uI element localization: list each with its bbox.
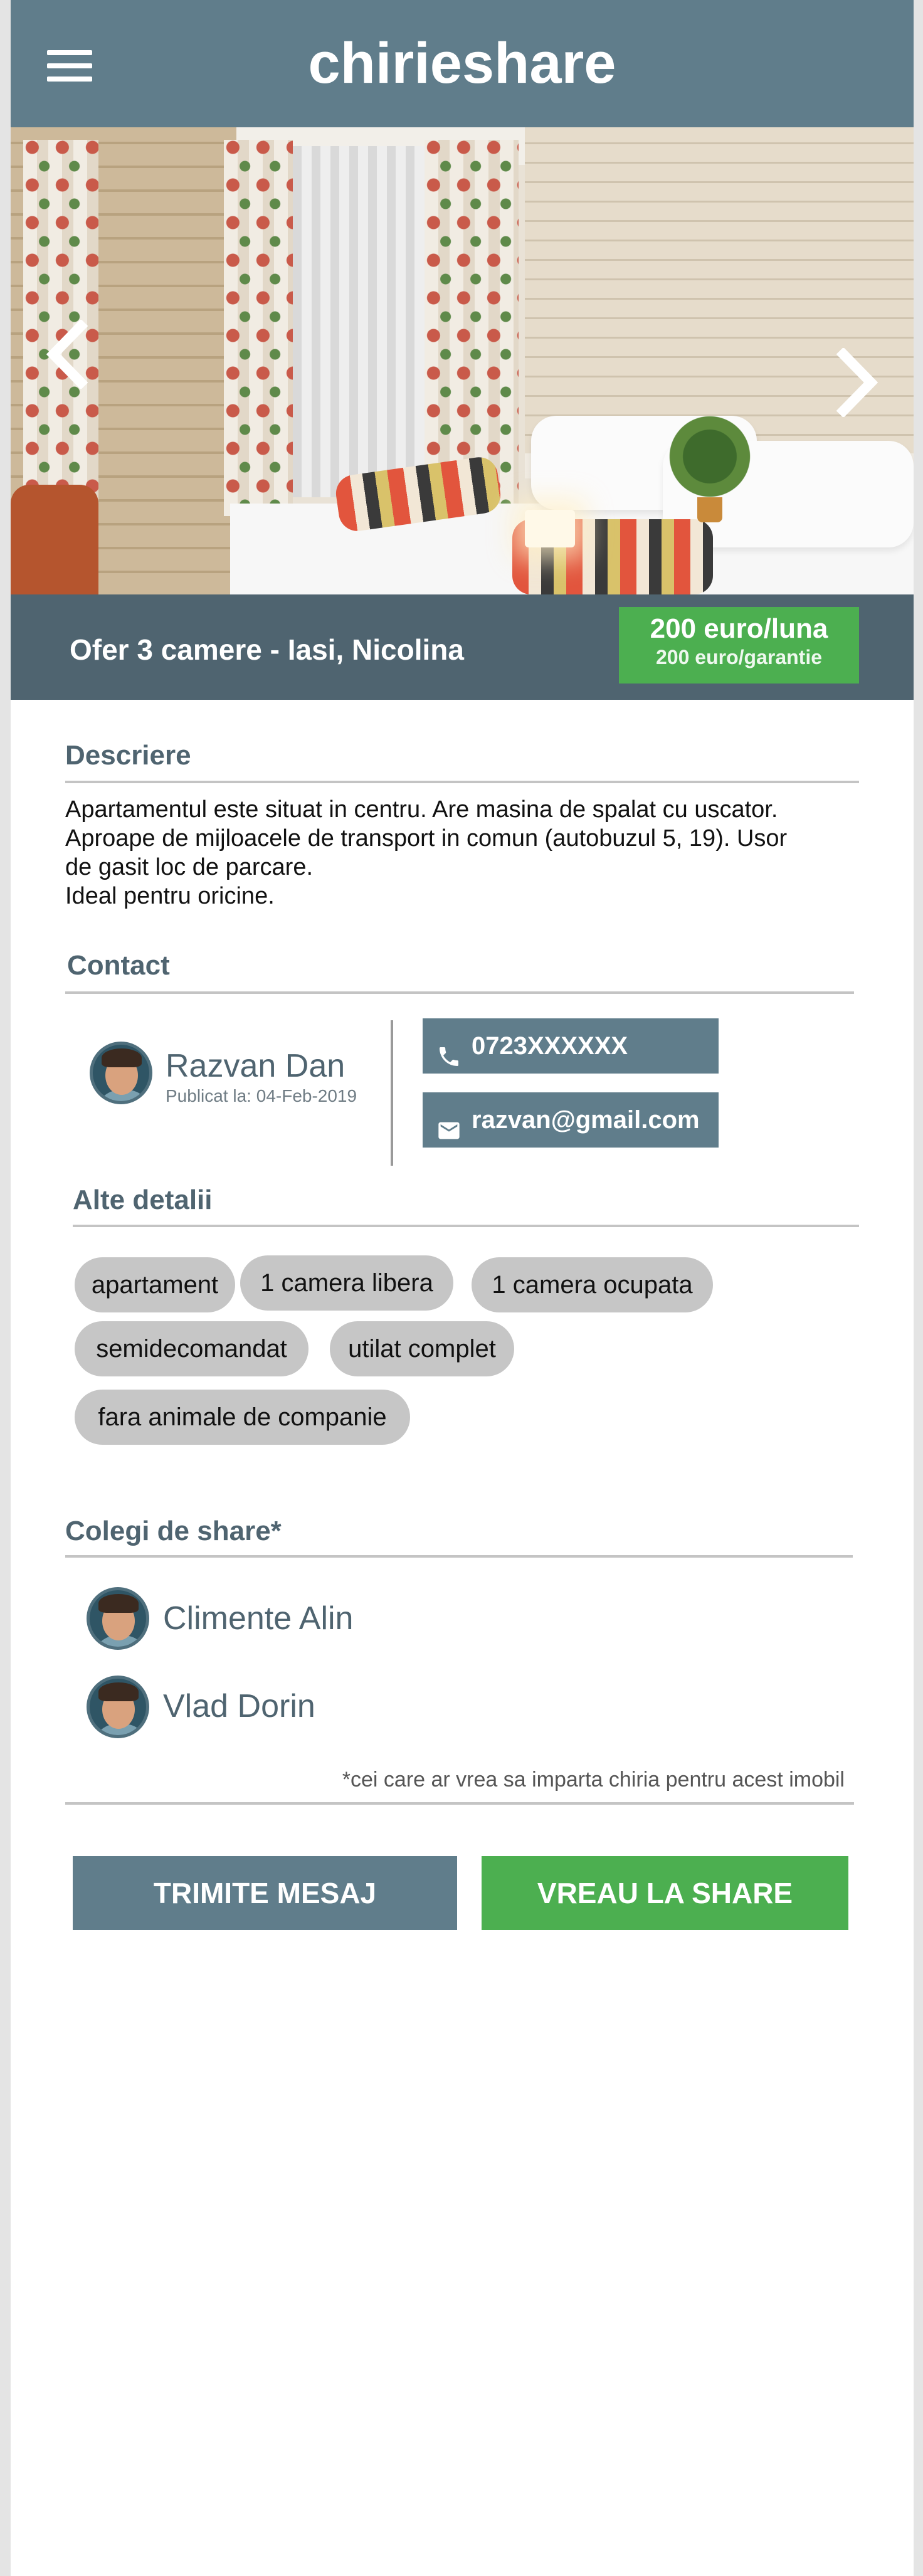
email-icon — [436, 1107, 462, 1139]
details-divider — [73, 1225, 859, 1227]
avatar — [87, 1587, 149, 1650]
avatar — [90, 1042, 152, 1104]
tag-chip: 1 camera ocupata — [472, 1257, 713, 1312]
price-badge: 200 euro/luna 200 euro/garantie — [619, 607, 859, 684]
email-address: razvan@gmail.com — [472, 1106, 700, 1134]
details-heading: Alte detalii — [73, 1185, 213, 1215]
deposit-price: 200 euro/garantie — [656, 646, 822, 668]
chevron-right-icon[interactable] — [832, 347, 882, 418]
colleague-name[interactable]: Vlad Dorin — [163, 1687, 315, 1725]
avatar — [87, 1676, 149, 1738]
tag-chip: utilat complet — [330, 1321, 514, 1376]
phone-icon — [436, 1033, 462, 1066]
owner-name: Razvan Dan — [166, 1048, 345, 1084]
colleague-name[interactable]: Climente Alin — [163, 1600, 353, 1637]
send-message-button[interactable]: TRIMITE MESAJ — [73, 1856, 457, 1930]
phone-button[interactable]: 0723XXXXXX — [423, 1018, 719, 1074]
phone-number: 0723XXXXXX — [472, 1032, 628, 1060]
top-app-bar: chirieshare — [11, 0, 914, 127]
footnote-divider — [65, 1802, 854, 1805]
contact-heading: Contact — [67, 950, 170, 981]
description-heading: Descriere — [65, 740, 191, 771]
published-date: Publicat la: 04-Feb-2019 — [166, 1086, 357, 1106]
tag-chip: apartament — [75, 1257, 235, 1312]
brand-logo-text: chirieshare — [308, 31, 616, 95]
listing-photo — [11, 127, 914, 594]
contact-divider — [65, 991, 854, 994]
tag-chip: fara animale de companie — [75, 1390, 410, 1445]
chevron-left-icon[interactable] — [42, 319, 92, 390]
monthly-price: 200 euro/luna — [650, 613, 828, 644]
join-share-button[interactable]: VREAU LA SHARE — [482, 1856, 848, 1930]
description-divider — [65, 781, 859, 783]
listing-title: Ofer 3 camere - Iasi, Nicolina — [70, 633, 464, 666]
page: chirieshare Ofer 3 camere - Iasi, Nicoli… — [11, 0, 914, 2576]
tag-chip: 1 camera libera — [240, 1255, 453, 1311]
tag-chip: semidecomandat — [75, 1321, 309, 1376]
email-button[interactable]: razvan@gmail.com — [423, 1092, 719, 1148]
colleagues-heading: Colegi de share* — [65, 1516, 282, 1546]
description-text: Apartamentul este situat in centru. Are … — [65, 796, 788, 909]
contact-separator — [391, 1020, 393, 1166]
colleagues-divider — [65, 1555, 853, 1558]
colleagues-footnote: *cei care ar vrea sa imparta chiria pent… — [342, 1768, 845, 1792]
